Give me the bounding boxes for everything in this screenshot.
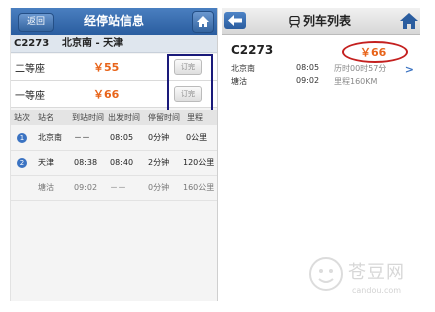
- train-code: C2273: [14, 38, 50, 49]
- arrive-time: －－: [74, 133, 90, 142]
- stay-time: 2分钟: [148, 158, 170, 167]
- col-header: 出发时间: [108, 113, 140, 122]
- col-header: 里程: [187, 113, 203, 122]
- page-title: 列车列表: [270, 8, 370, 34]
- stops-table-header: 站次 站名 到站时间 出发时间 停留时间 里程: [11, 110, 217, 125]
- distance: 160公里: [183, 183, 215, 192]
- back-button[interactable]: [224, 12, 246, 29]
- highlight-box: [167, 54, 213, 115]
- home-icon: [197, 16, 209, 27]
- train-code: C2273: [231, 43, 274, 57]
- distance: 里程160KM: [334, 77, 378, 86]
- watermark-sub: candou.com: [352, 286, 402, 295]
- col-header: 停留时间: [148, 113, 180, 122]
- home-button[interactable]: [399, 11, 419, 31]
- stop-index-badge: 2: [17, 158, 27, 168]
- home-icon: [400, 13, 418, 29]
- duration: 历时00时57分: [334, 64, 387, 73]
- page-title: 经停站信息: [83, 14, 144, 28]
- table-row: 塘沽 09:02 －－ 0分钟 160公里: [11, 176, 217, 201]
- table-row: 2 天津 08:38 08:40 2分钟 120公里: [11, 151, 217, 176]
- from-time: 08:05: [296, 63, 320, 72]
- col-header: 站次: [14, 113, 30, 122]
- stay-time: 0分钟: [148, 183, 170, 192]
- train-list-screen: 列车列表 C2273 ￥66 北京南 08:05 历时00时57分 塘沽 09:…: [222, 8, 420, 98]
- back-button[interactable]: 返回: [18, 13, 54, 32]
- distance: 0公里: [186, 133, 208, 142]
- col-header: 到站时间: [72, 113, 104, 122]
- stop-index-badge: 1: [17, 133, 27, 143]
- seat-price: ￥55: [93, 61, 120, 74]
- distance: 120公里: [183, 158, 215, 167]
- home-button[interactable]: [192, 11, 214, 33]
- depart-time: 08:40: [110, 158, 134, 167]
- seat-type: 一等座: [15, 91, 45, 102]
- stop-name: 北京南: [38, 133, 62, 142]
- to-station: 塘沽: [231, 77, 247, 86]
- stay-time: 0分钟: [148, 133, 170, 142]
- from-station: 北京南: [231, 64, 255, 73]
- train-list-item[interactable]: C2273 ￥66 北京南 08:05 历时00时57分 塘沽 09:02 里程…: [222, 35, 420, 98]
- header-bar: 列车列表: [222, 8, 420, 35]
- header-bar: 返回 经停站信息: [11, 8, 217, 35]
- arrive-time: 09:02: [74, 183, 98, 192]
- col-header: 站名: [38, 113, 54, 122]
- route-text: 北京南 - 天津: [62, 38, 124, 49]
- depart-time: 08:05: [110, 133, 134, 142]
- arrive-time: 08:38: [74, 158, 98, 167]
- stop-name: 天津: [38, 158, 54, 167]
- chevron-right-icon: >: [404, 63, 414, 76]
- arrow-left-icon: [228, 15, 242, 26]
- stop-name: 塘沽: [38, 183, 54, 192]
- to-time: 09:02: [296, 76, 320, 85]
- seat-type: 二等座: [15, 64, 45, 75]
- page-title-text: 列车列表: [302, 14, 351, 28]
- table-row: 1 北京南 －－ 08:05 0分钟 0公里: [11, 126, 217, 151]
- seat-price: ￥66: [93, 88, 120, 101]
- route-bar: C2273 北京南 - 天津: [11, 35, 217, 53]
- train-icon: [289, 15, 300, 28]
- train-price: ￥66: [360, 46, 387, 59]
- stop-info-screen: 返回 经停站信息 C2273 北京南 - 天津 二等座 ￥55 订完 一等座 ￥…: [10, 8, 218, 301]
- depart-time: －－: [110, 183, 126, 192]
- watermark-text: 苍豆网: [348, 262, 405, 283]
